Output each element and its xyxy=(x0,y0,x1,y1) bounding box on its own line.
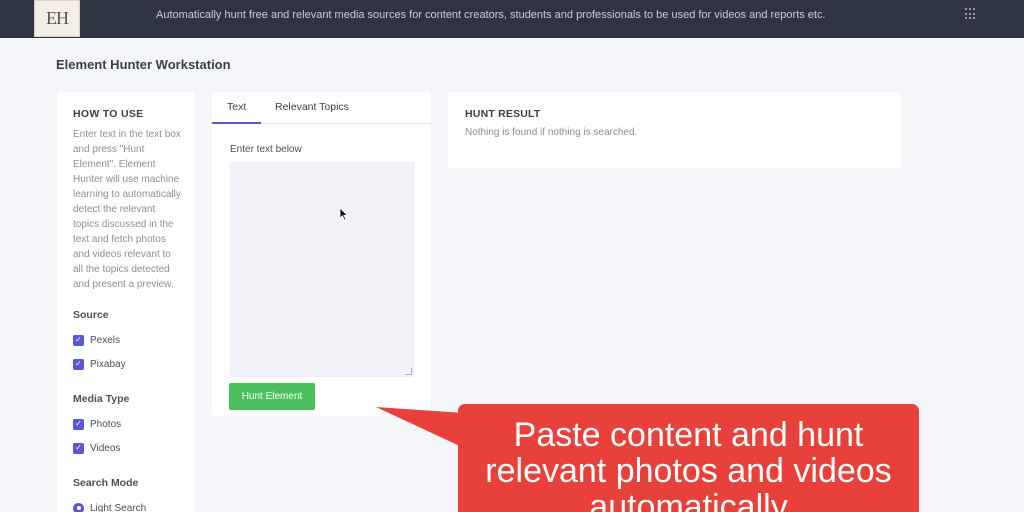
text-input[interactable] xyxy=(230,162,414,377)
how-to-use-text: Enter text in the text box and press "Hu… xyxy=(73,129,181,290)
active-tab-indicator xyxy=(212,122,261,124)
hunt-element-button[interactable]: Hunt Element xyxy=(229,383,315,410)
check-icon[interactable]: ✓ xyxy=(73,334,84,346)
check-icon[interactable]: ✓ xyxy=(73,418,84,430)
grid-icon[interactable] xyxy=(965,8,977,20)
page-title: Element Hunter Workstation xyxy=(56,57,231,72)
media-type-option-label: Videos xyxy=(90,442,121,454)
resize-handle-icon[interactable] xyxy=(405,368,412,375)
search-mode-option-light[interactable]: Light Search xyxy=(73,496,195,512)
input-tabs: Text Relevant Topics xyxy=(212,92,431,124)
media-type-label: Media Type xyxy=(73,393,130,405)
source-label: Source xyxy=(73,309,109,321)
logo[interactable]: EH xyxy=(34,0,80,37)
source-option-label: Pixabay xyxy=(90,358,126,370)
callout-pointer xyxy=(376,407,464,448)
how-to-use-heading: HOW TO USE xyxy=(73,108,144,120)
source-option-pexels[interactable]: ✓ Pexels xyxy=(73,328,195,352)
mouse-cursor-icon xyxy=(339,207,349,221)
check-icon[interactable]: ✓ xyxy=(73,358,84,370)
media-type-option-photos[interactable]: ✓ Photos xyxy=(73,412,195,436)
hunt-result-message: Nothing is found if nothing is searched. xyxy=(465,127,638,138)
text-input-label: Enter text below xyxy=(230,144,302,155)
source-option-label: Pexels xyxy=(90,334,121,346)
search-mode-label: Search Mode xyxy=(73,477,139,489)
source-option-pixabay[interactable]: ✓ Pixabay xyxy=(73,352,195,376)
media-type-option-label: Photos xyxy=(90,418,122,430)
tab-text[interactable]: Text xyxy=(227,101,246,113)
how-to-use-panel: HOW TO USE Enter text in the text box an… xyxy=(57,92,195,512)
hunt-result-panel: HUNT RESULT Nothing is found if nothing … xyxy=(448,92,901,168)
media-type-option-videos[interactable]: ✓ Videos xyxy=(73,436,195,460)
hunt-result-heading: HUNT RESULT xyxy=(465,108,541,120)
radio-icon[interactable] xyxy=(73,502,84,512)
tagline: Automatically hunt free and relevant med… xyxy=(156,9,826,21)
callout-banner: Paste content and hunt relevant photos a… xyxy=(458,404,919,512)
search-mode-option-label: Light Search xyxy=(90,502,147,512)
tab-relevant-topics[interactable]: Relevant Topics xyxy=(275,101,349,113)
check-icon[interactable]: ✓ xyxy=(73,442,84,454)
top-bar: EH Automatically hunt free and relevant … xyxy=(0,0,1024,38)
input-panel: Text Relevant Topics Enter text below Hu… xyxy=(212,92,431,416)
